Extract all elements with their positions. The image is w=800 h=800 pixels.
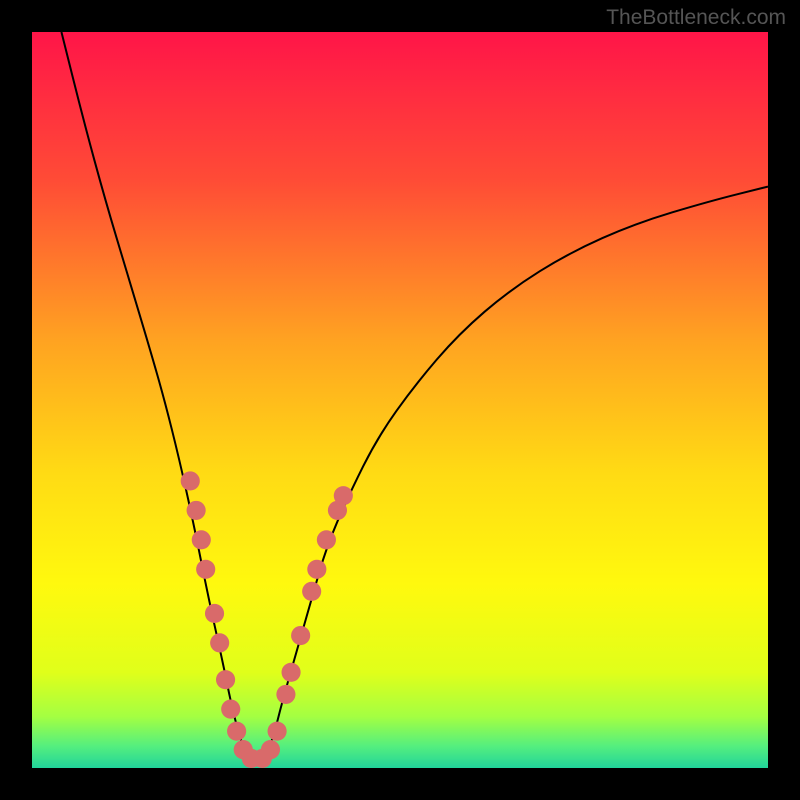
data-marker <box>205 604 224 623</box>
plot-area <box>32 32 768 768</box>
data-marker <box>282 663 301 682</box>
data-marker <box>187 501 206 520</box>
data-marker <box>261 740 280 759</box>
data-marker <box>291 626 310 645</box>
data-marker <box>276 685 295 704</box>
data-marker <box>216 670 235 689</box>
data-marker <box>268 722 287 741</box>
data-marker <box>227 722 246 741</box>
data-marker <box>302 582 321 601</box>
chart-container: TheBottleneck.com <box>0 0 800 800</box>
data-marker <box>307 560 326 579</box>
data-marker <box>192 530 211 549</box>
watermark-text: TheBottleneck.com <box>606 6 786 30</box>
bottleneck-curve <box>32 32 768 768</box>
data-marker <box>334 486 353 505</box>
data-marker <box>196 560 215 579</box>
data-marker <box>210 633 229 652</box>
data-marker <box>221 700 240 719</box>
data-marker <box>181 471 200 490</box>
data-marker <box>317 530 336 549</box>
